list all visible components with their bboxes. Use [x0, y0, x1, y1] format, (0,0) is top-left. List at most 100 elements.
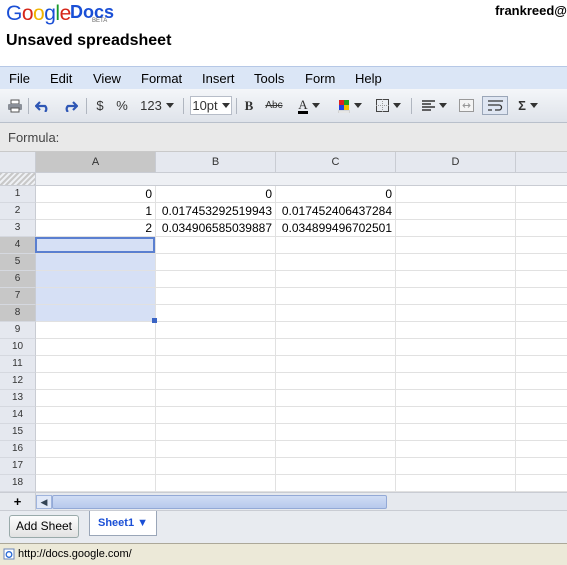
- row-header[interactable]: 9: [0, 322, 36, 339]
- menu-format[interactable]: Format: [141, 71, 182, 86]
- cell[interactable]: [156, 390, 276, 406]
- cell[interactable]: 0.017453292519943: [156, 203, 276, 219]
- cell[interactable]: [516, 186, 567, 202]
- add-rows-button[interactable]: +: [0, 493, 36, 510]
- menu-tools[interactable]: Tools: [254, 71, 284, 86]
- cell[interactable]: [156, 373, 276, 389]
- document-title[interactable]: Unsaved spreadsheet: [6, 32, 171, 50]
- print-icon[interactable]: [6, 96, 24, 115]
- cell[interactable]: [516, 322, 567, 338]
- cell[interactable]: [396, 475, 516, 491]
- cell[interactable]: [396, 203, 516, 219]
- cell[interactable]: [396, 322, 516, 338]
- cell[interactable]: 0.034906585039887: [156, 220, 276, 236]
- font-size-dropdown[interactable]: 10pt: [190, 96, 232, 115]
- cell[interactable]: [276, 458, 396, 474]
- cell[interactable]: [276, 271, 396, 287]
- fill-handle[interactable]: [152, 318, 157, 323]
- wrap-text-icon[interactable]: [482, 96, 508, 115]
- cell[interactable]: [396, 390, 516, 406]
- borders-dropdown[interactable]: [372, 96, 404, 115]
- cell[interactable]: [156, 271, 276, 287]
- cell[interactable]: [36, 271, 156, 287]
- cell[interactable]: [396, 356, 516, 372]
- horizontal-scrollbar[interactable]: + ◀: [0, 492, 567, 510]
- cell[interactable]: [276, 424, 396, 440]
- cell[interactable]: [36, 475, 156, 491]
- currency-format-button[interactable]: $: [93, 96, 107, 115]
- row-header[interactable]: 11: [0, 356, 36, 373]
- cell[interactable]: [396, 271, 516, 287]
- cell[interactable]: [396, 373, 516, 389]
- cell[interactable]: [396, 305, 516, 321]
- menu-view[interactable]: View: [93, 71, 121, 86]
- cell[interactable]: [516, 407, 567, 423]
- cell[interactable]: [516, 390, 567, 406]
- cell[interactable]: [276, 373, 396, 389]
- align-dropdown[interactable]: [418, 96, 450, 115]
- text-color-dropdown[interactable]: A: [293, 96, 325, 115]
- cell[interactable]: [156, 475, 276, 491]
- cell[interactable]: [36, 288, 156, 304]
- column-header-c[interactable]: C: [276, 152, 396, 173]
- row-header[interactable]: 18: [0, 475, 36, 492]
- cell[interactable]: [276, 339, 396, 355]
- cell[interactable]: [396, 288, 516, 304]
- cell[interactable]: [156, 424, 276, 440]
- row-header[interactable]: 1: [0, 186, 36, 203]
- cell[interactable]: [516, 458, 567, 474]
- functions-dropdown[interactable]: Σ: [513, 96, 543, 115]
- cell[interactable]: [396, 441, 516, 457]
- cell[interactable]: [516, 254, 567, 270]
- cell[interactable]: [36, 407, 156, 423]
- cell[interactable]: [156, 288, 276, 304]
- scroll-thumb[interactable]: [52, 495, 387, 509]
- cell[interactable]: [276, 356, 396, 372]
- cell[interactable]: [36, 339, 156, 355]
- menu-edit[interactable]: Edit: [50, 71, 72, 86]
- cell[interactable]: [36, 424, 156, 440]
- cell[interactable]: [396, 458, 516, 474]
- row-header[interactable]: 16: [0, 441, 36, 458]
- cell[interactable]: [156, 458, 276, 474]
- cell[interactable]: 0: [36, 186, 156, 202]
- cell[interactable]: [36, 356, 156, 372]
- cell[interactable]: [396, 220, 516, 236]
- row-header[interactable]: 17: [0, 458, 36, 475]
- cell[interactable]: [276, 475, 396, 491]
- cell[interactable]: [276, 407, 396, 423]
- select-all-corner[interactable]: [0, 152, 36, 173]
- cell[interactable]: [36, 373, 156, 389]
- cell[interactable]: [276, 322, 396, 338]
- spreadsheet-grid[interactable]: A B C D 1 0 0 0 2 1 0.017453292519943 0.0174524…: [0, 152, 567, 492]
- cell[interactable]: [276, 254, 396, 270]
- column-header-e[interactable]: [516, 152, 567, 173]
- formula-bar[interactable]: Formula:: [0, 123, 567, 152]
- row-header[interactable]: 8: [0, 305, 36, 322]
- cell[interactable]: [396, 254, 516, 270]
- google-logo[interactable]: Google: [6, 2, 71, 25]
- row-header[interactable]: 4: [0, 237, 36, 254]
- row-header[interactable]: 2: [0, 203, 36, 220]
- menu-form[interactable]: Form: [305, 71, 335, 86]
- cell[interactable]: [516, 203, 567, 219]
- cell[interactable]: [36, 322, 156, 338]
- sheet-tab-sheet1[interactable]: Sheet1 ▼: [89, 511, 157, 536]
- cell[interactable]: [276, 441, 396, 457]
- cell[interactable]: [276, 237, 396, 253]
- row-header[interactable]: 3: [0, 220, 36, 237]
- row-header[interactable]: 5: [0, 254, 36, 271]
- cell[interactable]: 0.017452406437284: [276, 203, 396, 219]
- row-header[interactable]: 14: [0, 407, 36, 424]
- cell[interactable]: [36, 254, 156, 270]
- cell[interactable]: [516, 475, 567, 491]
- cell[interactable]: [156, 254, 276, 270]
- cell[interactable]: [396, 424, 516, 440]
- cell[interactable]: [156, 305, 276, 321]
- cell[interactable]: [396, 186, 516, 202]
- row-header[interactable]: 12: [0, 373, 36, 390]
- menu-help[interactable]: Help: [355, 71, 382, 86]
- cell[interactable]: [516, 424, 567, 440]
- menu-file[interactable]: File: [9, 71, 30, 86]
- undo-icon[interactable]: [33, 96, 53, 115]
